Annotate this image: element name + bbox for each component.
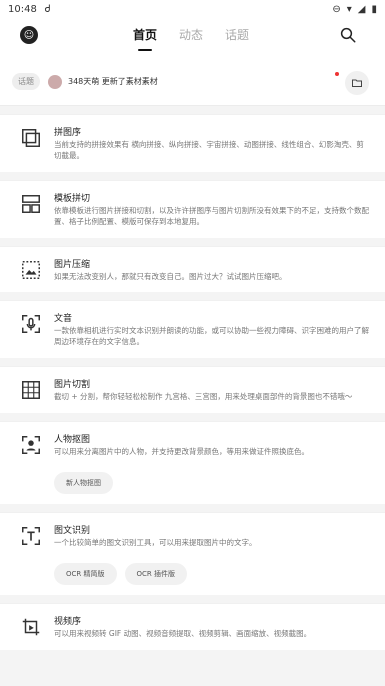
feature-card-body: 视频序 可以用来视频转 GIF 动图、视频音频提取、视频剪辑、画面缩放、视频截图。	[54, 614, 369, 640]
section-gap	[0, 594, 385, 603]
feature-description: 如果无法改变别人，那就只有改变自己。图片过大？试试图片压缩吧。	[54, 271, 287, 281]
compress-icon	[22, 260, 40, 279]
text-recognize-icon	[22, 526, 40, 545]
feature-description: 可以用来视频转 GIF 动图、视频音频提取、视频剪辑、画面缩放、视频截图。	[54, 628, 312, 638]
tab-bar: 首页 动态 话题	[133, 26, 249, 51]
feature-title: 图文识别	[54, 525, 91, 536]
do-not-disturb-icon: ⊖	[332, 3, 341, 15]
feature-card-body: 图片压缩 如果无法改变别人，那就只有改变自己。图片过大？试试图片压缩吧。	[54, 257, 369, 283]
feature-title: 拼图序	[54, 128, 82, 138]
feature-description: 截切 + 分割，帮你轻轻松松制作 九宫格、三宫图，用来处理桌面部件的背景图也不错…	[54, 392, 353, 402]
status-time: 10:48	[8, 3, 37, 15]
portrait-icon	[22, 436, 40, 454]
feature-card[interactable]: 文音 一款依靠相机进行实时文本识别并朗读的功能，或可以协助一些视力障碍、识字困难的…	[0, 300, 385, 359]
feature-card[interactable]: 图文识别 一个比较简单的图文识别工具，可以用来提取图片中的文字。 OCR 精简版 OC…	[0, 511, 385, 595]
feature-card-body: 文音 一款依靠相机进行实时文本识别并朗读的功能，或可以协助一些视力障碍、识字困难的…	[54, 311, 369, 348]
voice-icon	[22, 315, 40, 334]
chip-row: 新人物抠图	[54, 471, 369, 494]
feature-card-body: 拼图序当前支持的拼接效果有 横向拼接、纵向拼接、宇宙拼接、动图拼接、线性组合、幻…	[54, 125, 369, 162]
feature-card[interactable]: 图片压缩 如果无法改变别人，那就只有改变自己。图片过大？试试图片压缩吧。	[0, 245, 385, 293]
video-icon	[22, 618, 40, 635]
notice-bar[interactable]: 话题 348天萌 更新了素材素材	[0, 58, 385, 106]
sub-feature-button[interactable]: 新人物抠图	[54, 471, 113, 494]
status-icons: ⊖ ▾ ◢ ▮	[332, 4, 377, 15]
app-logo-icon[interactable]: ☺	[20, 26, 38, 44]
feature-title: 模板拼切	[54, 193, 91, 204]
section-gap	[0, 358, 385, 367]
notice-text: 348天萌 更新了素材素材	[68, 77, 158, 86]
section-gap	[0, 171, 385, 180]
feature-title: 图片切割	[54, 380, 91, 391]
feature-title: 图片压缩	[54, 259, 91, 270]
folder-icon	[352, 79, 362, 87]
section-gap	[0, 503, 385, 512]
feature-title: 文音	[54, 314, 73, 325]
grid-icon	[22, 381, 40, 400]
sub-feature-button[interactable]: OCR 插件版	[124, 562, 187, 585]
feature-description: 一个比较简单的图文识别工具，可以用来提取图片中的文字。	[54, 537, 257, 547]
feature-card[interactable]: 人物抠图可以用来分离图片中的人物，并支持更改背景颜色，等用来做证件照换底色。新人…	[0, 421, 385, 504]
section-gap	[0, 292, 385, 301]
header: ☺ 首页 动态 话题	[0, 18, 385, 58]
sub-feature-button[interactable]: OCR 精简版	[54, 562, 117, 585]
feature-card-body: 图片切割 截切 + 分割，帮你轻轻松松制作 九宫格、三宫图，用来处理桌面部件的背景…	[54, 377, 369, 403]
feature-card-body: 人物抠图可以用来分离图片中的人物，并支持更改背景颜色，等用来做证件照换底色。新人…	[54, 432, 369, 494]
tab-dynamics[interactable]: 动态	[179, 26, 203, 51]
collage-icon	[22, 129, 40, 147]
chip-row: OCR 精简版 OCR 插件版	[54, 562, 369, 585]
avatar	[48, 74, 62, 89]
feature-card[interactable]: 拼图序当前支持的拼接效果有 横向拼接、纵向拼接、宇宙拼接、动图拼接、线性组合、幻…	[0, 114, 385, 172]
search-icon[interactable]	[339, 26, 357, 44]
feature-card-body: 图文识别 一个比较简单的图文识别工具，可以用来提取图片中的文字。 OCR 精简版 OC…	[54, 523, 369, 585]
battery-icon: ▮	[371, 3, 377, 15]
status-bar: 10:48 Ꮷ ⊖ ▾ ◢ ▮	[0, 0, 385, 18]
feature-card[interactable]: 视频序 可以用来视频转 GIF 动图、视频音频提取、视频剪辑、画面缩放、视频截图。	[0, 602, 385, 650]
template-icon	[22, 194, 40, 213]
feature-card-body: 模板拼切 依靠模板进行图片拼接和切割，以及许许拼图序与图片切割所没有效果下的不足，…	[54, 191, 369, 228]
feature-card[interactable]: 图片切割 截切 + 分割，帮你轻轻松松制作 九宫格、三宫图，用来处理桌面部件的背景…	[0, 366, 385, 413]
feature-description: 依靠模板进行图片拼接和切割，以及许许拼图序与图片切割所没有效果下的不足，支持数个…	[54, 205, 369, 226]
section-gap	[0, 106, 385, 114]
notice-tag: 话题	[12, 73, 40, 90]
folder-button[interactable]	[345, 71, 369, 95]
section-gap	[0, 237, 385, 246]
feature-list: 拼图序当前支持的拼接效果有 横向拼接、纵向拼接、宇宙拼接、动图拼接、线性组合、幻…	[0, 106, 385, 650]
status-extra: Ꮷ	[44, 3, 51, 15]
signal-icon: ◢	[357, 3, 366, 15]
section-gap	[0, 413, 385, 421]
tab-topics[interactable]: 话题	[225, 26, 249, 51]
wifi-icon: ▾	[346, 3, 352, 15]
feature-description: 可以用来分离图片中的人物，并支持更改背景颜色，等用来做证件照换底色。	[54, 447, 309, 456]
unread-dot	[335, 72, 339, 76]
tab-home[interactable]: 首页	[133, 26, 157, 51]
feature-description: 一款依靠相机进行实时文本识别并朗读的功能，或可以协助一些视力障碍、识字困难的用户…	[54, 326, 369, 347]
feature-title: 人物抠图	[54, 435, 91, 445]
feature-card[interactable]: 模板拼切 依靠模板进行图片拼接和切割，以及许许拼图序与图片切割所没有效果下的不足，…	[0, 179, 385, 238]
feature-title: 视频序	[54, 616, 82, 627]
feature-description: 当前支持的拼接效果有 横向拼接、纵向拼接、宇宙拼接、动图拼接、线性组合、幻影淘壳…	[54, 140, 364, 160]
